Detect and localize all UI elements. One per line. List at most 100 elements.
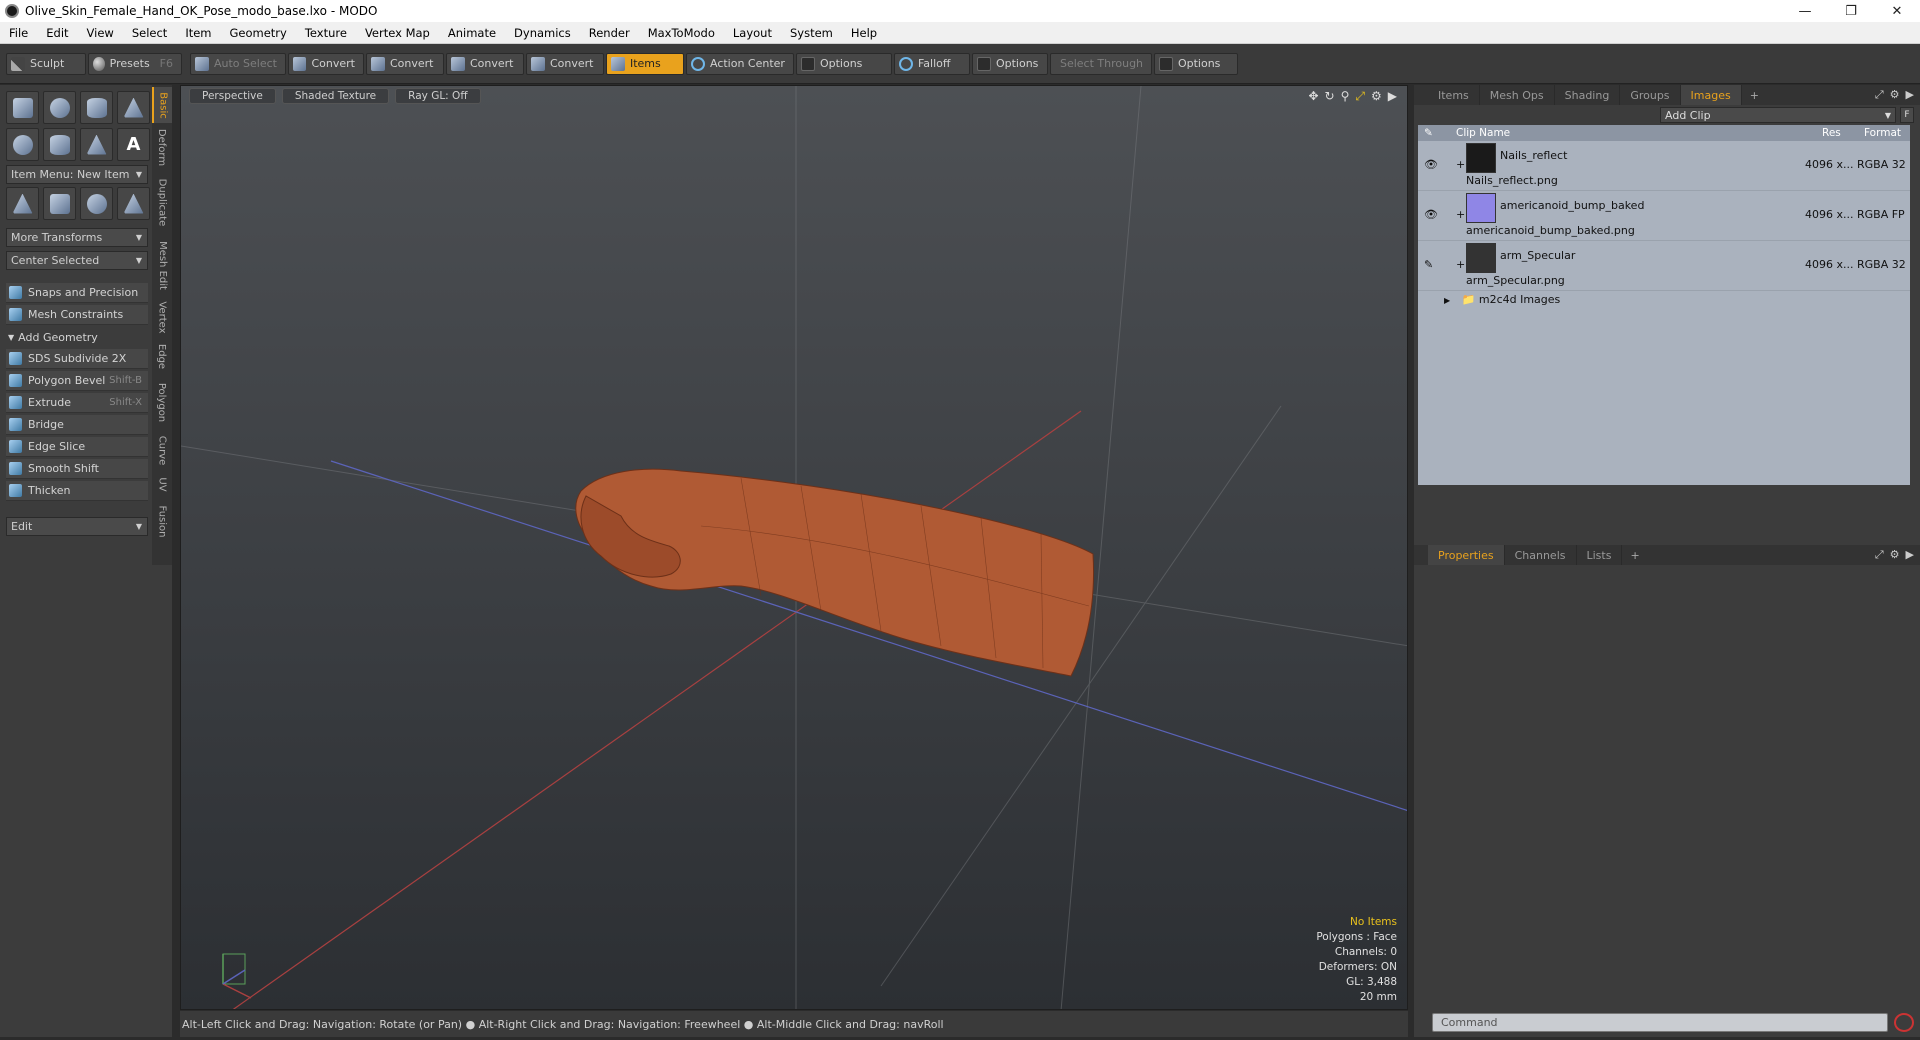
menu-select[interactable]: Select [123,26,176,40]
ray-gl-button[interactable]: Ray GL: Off [395,88,481,104]
menu-texture[interactable]: Texture [296,26,356,40]
gear-icon[interactable]: ⚙ [1371,89,1382,104]
add-clip-dropdown[interactable]: Add Clip ▼ [1660,107,1896,123]
add-tab-icon[interactable]: + [1622,549,1647,562]
3d-viewport[interactable]: Perspective Shaded Texture Ray GL: Off ✥… [180,85,1408,1010]
tab-vertex[interactable]: Vertex [152,297,172,337]
auto-select-button[interactable]: Auto Select [190,52,286,75]
tab-curve[interactable]: Curve [152,431,172,469]
tab-lists[interactable]: Lists [1577,545,1623,565]
play-arrow-icon[interactable]: ▶ [1906,548,1914,562]
menu-item[interactable]: Item [176,26,220,40]
edit-dropdown[interactable]: Edit ▼ [6,517,148,536]
tab-mesh-ops[interactable]: Mesh Ops [1480,85,1555,105]
brush-icon[interactable]: ✎ [1424,258,1433,271]
convert-edges-button[interactable]: Convert [365,52,444,75]
menu-vertex-map[interactable]: Vertex Map [356,26,439,40]
falloff-options-button[interactable]: Options [971,52,1048,75]
pen-tool-button[interactable] [80,128,113,161]
gear-icon[interactable]: ⚙ [1890,88,1900,102]
sphere-primitive-button[interactable] [43,91,76,124]
menu-render[interactable]: Render [580,26,639,40]
play-arrow-icon[interactable]: ▶ [1388,89,1397,104]
eye-icon[interactable]: 👁 [1424,208,1438,221]
snaps-precision-button[interactable]: Snaps and Precision [6,283,148,303]
tab-images[interactable]: Images [1680,85,1742,105]
clip-row[interactable]: 👁 + americanoid_bump_baked americanoid_b… [1418,191,1910,241]
clip-row[interactable]: ✎ + arm_Specular arm_Specular.png 4096 x… [1418,241,1910,291]
cylinder-primitive-button[interactable] [80,91,113,124]
menu-geometry[interactable]: Geometry [221,26,296,40]
restore-icon[interactable]: ❐ [1828,0,1874,22]
tab-uv[interactable]: UV [152,471,172,497]
tab-groups[interactable]: Groups [1620,85,1681,105]
tab-properties[interactable]: Properties [1428,545,1505,565]
center-selected-dropdown[interactable]: Center Selected ▼ [6,251,148,270]
cube-primitive-button[interactable] [6,91,39,124]
add-tab-icon[interactable]: + [1742,89,1767,102]
clip-row[interactable]: 👁 + Nails_reflect Nails_reflect.png 4096… [1418,141,1910,191]
gear-icon[interactable]: ⚙ [1890,548,1900,562]
cone-primitive-button[interactable] [117,91,150,124]
convert-materials-button[interactable]: Convert [525,52,604,75]
polygon-bevel-button[interactable]: Polygon Bevel Shift-B [6,371,148,391]
add-geometry-header[interactable]: ▼ Add Geometry [6,327,148,347]
action-center-button[interactable]: Action Center [685,52,794,75]
expand-icon[interactable]: + [1456,158,1465,171]
menu-dynamics[interactable]: Dynamics [505,26,580,40]
col-format[interactable]: Format [1864,127,1901,139]
tab-channels[interactable]: Channels [1505,545,1577,565]
menu-system[interactable]: System [781,26,842,40]
items-mode-button[interactable]: Items [605,52,684,75]
mesh-constraints-button[interactable]: Mesh Constraints [6,305,148,325]
orbit-icon[interactable]: ↻ [1325,89,1335,104]
item-menu-dropdown[interactable]: Item Menu: New Item ▼ [6,165,148,184]
minimize-icon[interactable]: — [1782,0,1828,22]
sds-subdivide-button[interactable]: SDS Subdivide 2X [6,349,148,369]
rotate-tool-button[interactable] [80,187,113,220]
filter-button[interactable]: F [1900,107,1914,123]
menu-layout[interactable]: Layout [724,26,781,40]
bridge-button[interactable]: Bridge [6,415,148,435]
fit-icon[interactable]: ⤢ [1355,89,1365,104]
perspective-button[interactable]: Perspective [189,88,276,104]
extrude-button[interactable]: Extrude Shift-X [6,393,148,413]
expand-icon[interactable]: + [1456,208,1465,221]
col-res[interactable]: Res [1822,127,1841,139]
tab-duplicate[interactable]: Duplicate [152,171,172,233]
tab-items[interactable]: Items [1428,85,1480,105]
select-through-button[interactable]: Select Through [1049,52,1152,75]
shaded-texture-button[interactable]: Shaded Texture [281,88,390,104]
convert-vertices-button[interactable]: Convert [287,52,364,75]
grid-tool-button[interactable] [43,187,76,220]
command-input[interactable]: Command [1432,1013,1888,1032]
menu-edit[interactable]: Edit [37,26,77,40]
menu-view[interactable]: View [78,26,123,40]
clip-group-row[interactable]: ▶ 📁 m2c4d Images [1444,293,1560,306]
move-tool-button[interactable] [6,187,39,220]
capsule-primitive-button[interactable] [43,128,76,161]
thicken-button[interactable]: Thicken [6,481,148,501]
tab-fusion[interactable]: Fusion [152,499,172,543]
maximize-icon[interactable]: ⤢ [1875,548,1884,562]
maximize-icon[interactable]: ⤢ [1875,88,1884,102]
menu-maxtomodo[interactable]: MaxToModo [639,26,724,40]
tab-polygon[interactable]: Polygon [152,375,172,429]
tab-edge[interactable]: Edge [152,339,172,373]
edge-slice-button[interactable]: Edge Slice [6,437,148,457]
falloff-button[interactable]: Falloff [893,52,970,75]
eye-icon[interactable]: 👁 [1424,158,1438,171]
more-transforms-dropdown[interactable]: More Transforms ▼ [6,228,148,247]
col-clip-name[interactable]: Clip Name [1456,127,1510,139]
tab-basic[interactable]: Basic [152,87,172,123]
scale-tool-button[interactable] [117,187,150,220]
convert-polygons-button[interactable]: Convert [445,52,524,75]
select-through-options-button[interactable]: Options [1153,52,1238,75]
record-icon[interactable] [1894,1013,1914,1032]
expand-icon[interactable]: + [1456,258,1465,271]
smooth-shift-button[interactable]: Smooth Shift [6,459,148,479]
scene-canvas[interactable] [181,86,1408,1010]
tab-shading[interactable]: Shading [1555,85,1621,105]
menu-file[interactable]: File [0,26,37,40]
menu-animate[interactable]: Animate [439,26,505,40]
